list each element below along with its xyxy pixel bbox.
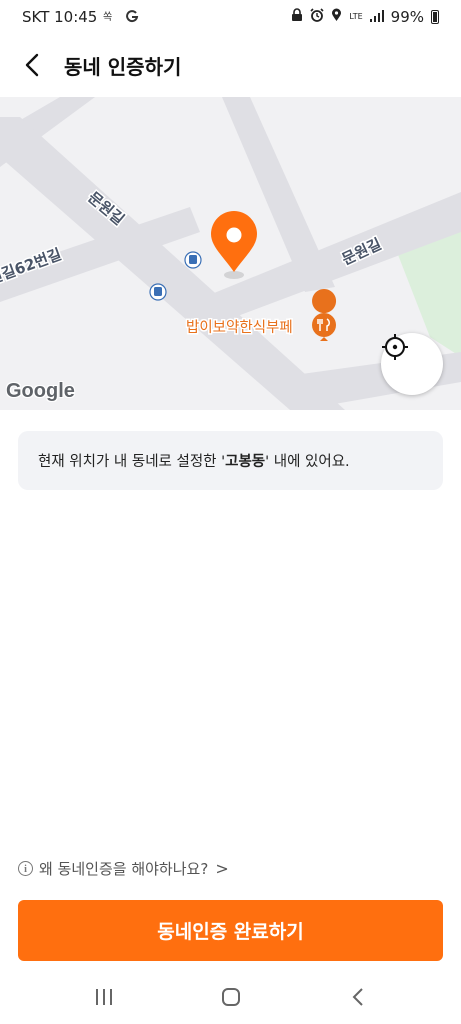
header: 동네 인증하기 [0,34,461,96]
bus-stop-icon[interactable] [149,283,167,301]
bus-stop-icon[interactable] [184,251,202,269]
home-icon [221,988,240,1006]
why-verify-link[interactable]: i 왜 동네인증을 해야하나요? > [18,858,229,879]
my-location-button[interactable] [381,333,443,395]
location-notice: 현재 위치가 내 동네로 설정한 ' 고봉동 ' 내에 있어요. [18,431,443,490]
lock-icon [291,8,303,26]
signal-icon [369,8,384,26]
ssok-icon: 쏙 [103,9,119,26]
status-left: SKT 10:45 쏙 [22,8,139,26]
battery-percent: 99% [390,8,424,26]
carrier-time: SKT 10:45 [22,8,98,26]
page-title: 동네 인증하기 [64,54,182,79]
restaurant-icon[interactable] [312,289,337,341]
home-button[interactable] [211,977,251,1017]
back-button[interactable] [18,51,46,79]
recent-apps-button[interactable] [84,977,124,1017]
system-nav-bar [0,970,461,1024]
svg-text:쏙: 쏙 [103,11,112,23]
complete-verification-button[interactable]: 동네인증 완료하기 [18,900,443,961]
location-pin-icon [211,211,257,279]
notice-prefix: 현재 위치가 내 동네로 설정한 ' [38,454,226,470]
recent-apps-icon [95,989,112,1005]
location-icon [331,8,342,26]
chevron-left-icon [25,53,39,77]
google-logo: Google [6,380,75,402]
lte-icon: LTE [349,12,363,21]
chevron-right-icon: > [215,859,229,878]
g-icon [125,9,139,26]
map-view[interactable]: 문원길 문원길 문원길62번길 밥이보약한식부페 Google [0,97,461,410]
info-icon: i [18,861,33,876]
poi-label[interactable]: 밥이보약한식부페 [185,318,295,338]
status-right: LTE 99% [291,8,439,26]
alarm-icon [310,8,324,26]
why-verify-label: 왜 동네인증을 해야하나요? [39,860,209,878]
crosshair-icon [382,334,408,360]
status-bar: SKT 10:45 쏙 LTE 99% [0,0,461,34]
dong-name: 고봉동 [225,454,266,470]
back-icon [352,988,363,1006]
battery-icon [431,10,439,24]
system-back-button[interactable] [338,977,378,1017]
notice-suffix: ' 내에 있어요. [265,454,350,470]
